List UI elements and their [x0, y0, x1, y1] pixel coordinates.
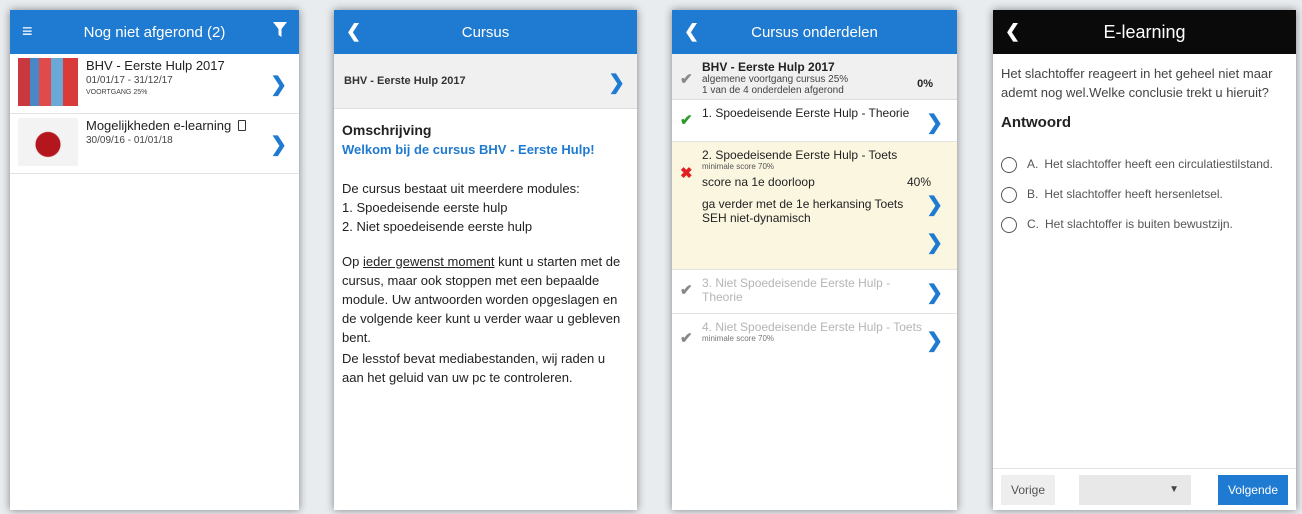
- module-label: 1. Spoedeisende Eerste Hulp - Theorie: [702, 106, 910, 120]
- cross-icon: ✖: [680, 165, 693, 182]
- section-heading: Omschrijving: [342, 122, 432, 138]
- course-progress: VOORTGANG 25%: [86, 89, 148, 96]
- back-chevron-icon[interactable]: ❮: [684, 22, 699, 40]
- option-text: Het slachtoffer heeft hersenletsel.: [1044, 187, 1223, 201]
- next-button[interactable]: Volgende: [1217, 474, 1288, 505]
- module-row[interactable]: ✔ 4. Niet Spoedeisende Eerste Hulp - Toe…: [672, 314, 957, 366]
- header-bar: ❮ Cursus: [334, 10, 637, 54]
- module-row[interactable]: ✔ 1. Spoedeisende Eerste Hulp - Theorie …: [672, 100, 957, 142]
- radio-button[interactable]: [1001, 157, 1017, 173]
- module-line: 2. Niet spoedeisende eerste hulp: [342, 219, 533, 234]
- chevron-right-icon[interactable]: ❯: [270, 132, 287, 157]
- navigation-footer: Vorige ▼ Volgende: [993, 468, 1296, 510]
- course-dates: 30/09/16 - 01/01/18: [86, 135, 173, 146]
- header-bar: ≡ Nog niet afgerond (2): [10, 10, 299, 54]
- chevron-right-icon[interactable]: ❯: [608, 70, 625, 95]
- min-score: minimale score 70%: [702, 334, 775, 343]
- score-value: 40%: [906, 175, 931, 189]
- next-step-text: ga verder met de 1e herkansing Toets SEH…: [702, 197, 904, 225]
- min-score: minimale score 70%: [702, 162, 775, 171]
- completed-count: 1 van de 4 onderdelen afgerond: [702, 85, 844, 96]
- score-row: score na 1e doorloop 40%: [702, 175, 931, 189]
- module-line: 1. Spoedeisende eerste hulp: [342, 200, 508, 215]
- description-paragraph: Op ieder gewenst moment kunt u starten m…: [342, 252, 629, 347]
- check-icon: ✔: [680, 112, 693, 129]
- answer-option-c[interactable]: C. Het slachtoffer is buiten bewustzijn.: [1001, 215, 1288, 233]
- module-label: 3. Niet Spoedeisende Eerste Hulp - Theor…: [702, 276, 891, 304]
- chevron-right-icon[interactable]: ❯: [926, 280, 943, 305]
- answer-option-b[interactable]: B. Het slachtoffer heeft hersenletsel.: [1001, 185, 1288, 203]
- previous-button[interactable]: Vorige: [1001, 474, 1056, 505]
- underlined-phrase: ieder gewenst moment: [362, 254, 495, 269]
- course-dates: 01/01/17 - 31/12/17: [86, 75, 173, 86]
- question-select[interactable]: ▼: [1079, 474, 1192, 505]
- e-learning-question-screen: ❮ E-learning Het slachtoffer reageert in…: [993, 10, 1296, 510]
- chevron-right-icon[interactable]: ❯: [926, 230, 943, 255]
- option-text: Het slachtoffer is buiten bewustzijn.: [1045, 217, 1233, 231]
- check-icon: ✔: [680, 71, 693, 88]
- header-bar: ❮ Cursus onderdelen: [672, 10, 957, 54]
- page-title: Nog niet afgerond (2): [83, 23, 226, 41]
- chevron-right-icon[interactable]: ❯: [926, 110, 943, 135]
- chevron-right-icon[interactable]: ❯: [926, 328, 943, 353]
- answer-option-a[interactable]: A. Het slachtoffer heeft een circulaties…: [1001, 155, 1288, 173]
- filter-icon[interactable]: [273, 22, 287, 42]
- page-title: Cursus onderdelen: [751, 23, 878, 41]
- page-title: Cursus: [461, 23, 510, 41]
- course-parts-screen: ❮ Cursus onderdelen ✔ BHV - Eerste Hulp …: [672, 10, 957, 510]
- course-list-screen: ≡ Nog niet afgerond (2) BHV - Eerste Hul…: [10, 10, 299, 510]
- course-title: Mogelijkheden e-learning: [86, 118, 232, 133]
- back-chevron-icon[interactable]: ❮: [1005, 22, 1020, 40]
- option-letter: A.: [1027, 157, 1039, 171]
- list-item[interactable]: Mogelijkheden e-learning 30/09/16 - 01/0…: [10, 114, 299, 174]
- module-label: 2. Spoedeisende Eerste Hulp - Toets: [702, 148, 898, 162]
- question-text: Het slachtoffer reageert in het geheel n…: [1001, 66, 1273, 100]
- page-title: E-learning: [1103, 21, 1186, 42]
- course-title: BHV - Eerste Hulp 2017: [702, 60, 835, 74]
- intro-text: De cursus bestaat uit meerdere modules:: [342, 181, 580, 196]
- course-title: BHV - Eerste Hulp 2017: [86, 58, 225, 73]
- mobile-icon: [237, 120, 246, 131]
- option-text: Het slachtoffer heeft een circulatiestil…: [1044, 157, 1273, 171]
- media-note: De lesstof bevat mediabestanden, wij rad…: [342, 351, 606, 385]
- course-header-row[interactable]: BHV - Eerste Hulp 2017 ❯: [334, 54, 637, 109]
- caret-down-icon: ▼: [1169, 483, 1180, 495]
- score-label: score na 1e doorloop: [702, 175, 815, 189]
- course-summary: ✔ BHV - Eerste Hulp 2017 algemene voortg…: [672, 54, 957, 100]
- list-item[interactable]: BHV - Eerste Hulp 2017 01/01/17 - 31/12/…: [10, 54, 299, 114]
- check-icon: ✔: [680, 282, 693, 299]
- progress-percent: 0%: [917, 78, 933, 90]
- welcome-text: Welkom bij de cursus BHV - Eerste Hulp!: [342, 142, 595, 157]
- radio-button[interactable]: [1001, 217, 1017, 233]
- course-detail-screen: ❮ Cursus BHV - Eerste Hulp 2017 ❯ Omschr…: [334, 10, 637, 510]
- paragraph-text: Op: [342, 254, 363, 269]
- check-icon: ✔: [680, 330, 693, 347]
- back-chevron-icon[interactable]: ❮: [346, 22, 361, 40]
- course-title: BHV - Eerste Hulp 2017: [344, 75, 466, 87]
- option-letter: C.: [1027, 217, 1039, 231]
- course-thumbnail: [18, 58, 78, 106]
- module-row[interactable]: ✖ 2. Spoedeisende Eerste Hulp - Toets mi…: [672, 142, 957, 270]
- hamburger-icon[interactable]: ≡: [22, 22, 33, 40]
- course-thumbnail: [18, 118, 78, 166]
- module-row[interactable]: ✔ 3. Niet Spoedeisende Eerste Hulp - The…: [672, 270, 957, 314]
- option-letter: B.: [1027, 187, 1039, 201]
- module-label: 4. Niet Spoedeisende Eerste Hulp - Toets: [702, 320, 922, 334]
- header-bar: ❮ E-learning: [993, 10, 1296, 54]
- chevron-right-icon[interactable]: ❯: [270, 72, 287, 97]
- answer-heading: Antwoord: [1001, 114, 1071, 131]
- overall-progress: algemene voortgang cursus 25%: [702, 74, 849, 85]
- chevron-right-icon[interactable]: ❯: [926, 192, 943, 217]
- radio-button[interactable]: [1001, 187, 1017, 203]
